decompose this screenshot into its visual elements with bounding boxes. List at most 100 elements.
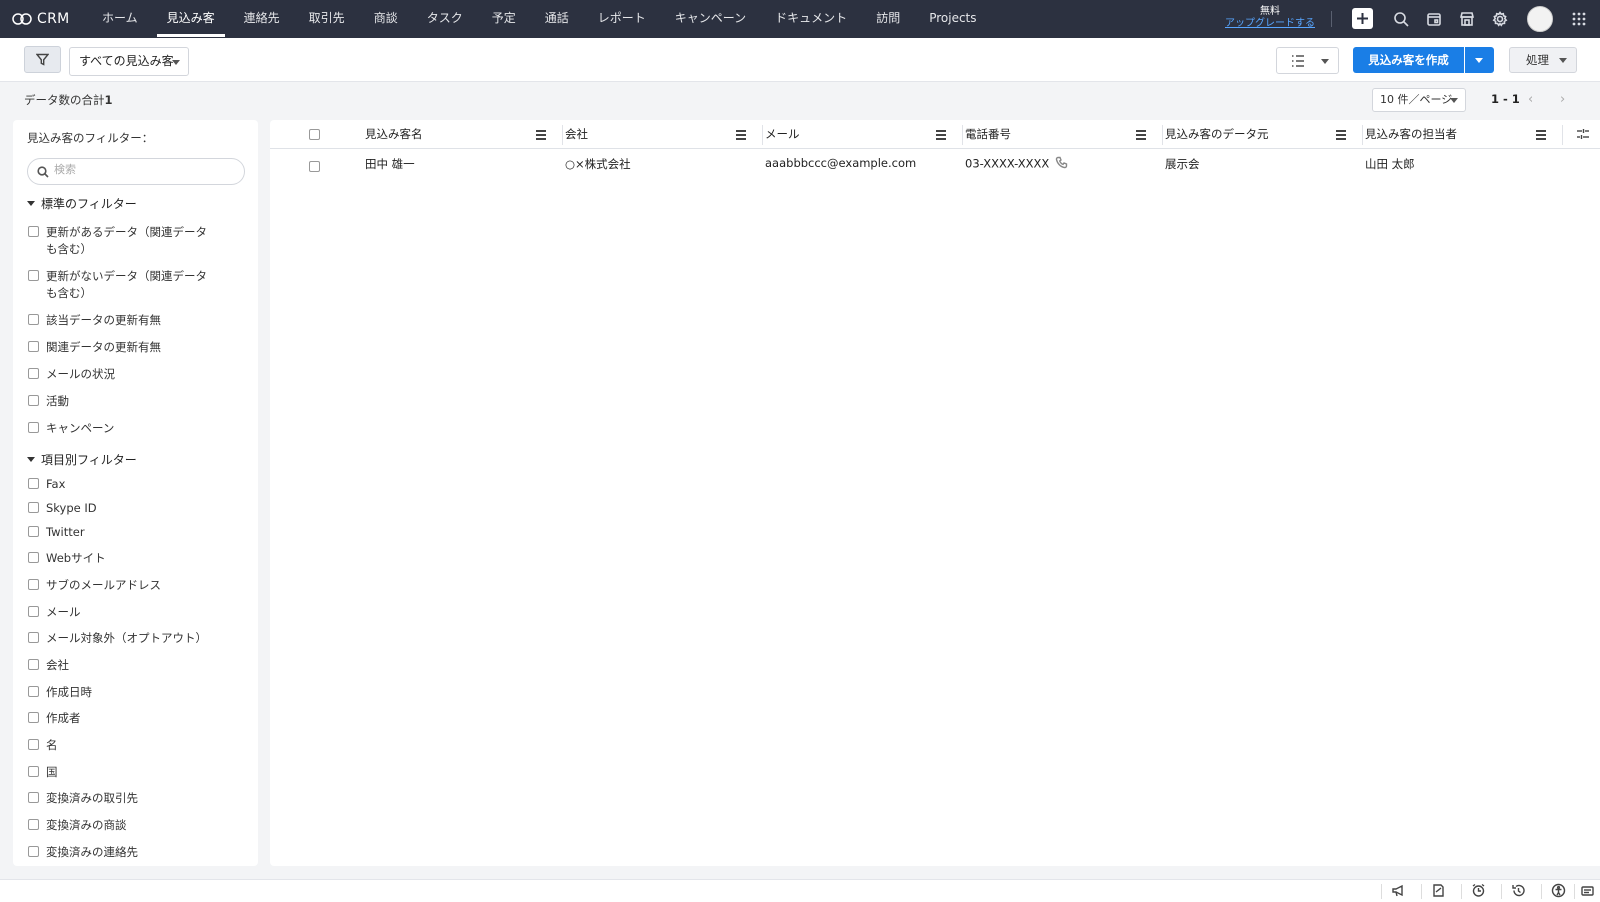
table-row[interactable]: 田中 雄一 ○×株式会社 aaabbbccc@example.com 03-XXXX-… (270, 120, 1600, 176)
tab-1[interactable]: 見込み客 (156, 0, 225, 38)
filter-checkbox[interactable] (28, 314, 39, 325)
field-filter-item[interactable]: 作成日時 (28, 684, 228, 701)
standard-filters-toggle[interactable]: 標準のフィルター (27, 195, 137, 212)
crm-logo-icon (12, 13, 32, 25)
tab-8[interactable]: レポート (588, 0, 656, 38)
tab-6[interactable]: 予定 (482, 0, 526, 38)
field-filter-item[interactable]: 国 (28, 764, 228, 781)
filter-checkbox[interactable] (28, 632, 39, 643)
tab-10[interactable]: ドキュメント (765, 0, 857, 38)
filter-checkbox[interactable] (28, 766, 39, 777)
field-filter-item[interactable]: サブのメールアドレス (28, 577, 228, 594)
filter-checkbox[interactable] (28, 846, 39, 857)
filter-checkbox[interactable] (28, 502, 39, 513)
cell-name[interactable]: 田中 雄一 (365, 156, 415, 172)
search-icon (1394, 12, 1409, 27)
marketplace-button[interactable] (1457, 9, 1477, 29)
standard-filter-item[interactable]: 更新がないデータ（関連データも含む） (28, 268, 218, 302)
tab-5[interactable]: タスク (417, 0, 473, 38)
filter-checkbox[interactable] (28, 552, 39, 563)
notes-icon[interactable] (1580, 883, 1596, 899)
apps-grid-button[interactable] (1569, 9, 1589, 29)
field-filter-item[interactable]: 変換済みの取引先 (28, 790, 228, 807)
filter-checkbox[interactable] (28, 226, 39, 237)
filter-checkbox[interactable] (28, 792, 39, 803)
field-filters-title: 項目別フィルター (41, 453, 137, 467)
next-page-icon[interactable]: › (1560, 92, 1565, 107)
standard-filter-item[interactable]: 更新があるデータ（関連データも含む） (28, 224, 218, 258)
quick-create-button[interactable] (1352, 8, 1373, 29)
create-lead-dropdown-button[interactable] (1465, 47, 1494, 73)
field-filter-item[interactable]: 変換済みの連絡先 (28, 844, 228, 861)
field-filter-item[interactable]: メール対象外（オプトアウト） (28, 630, 228, 647)
tab-3[interactable]: 取引先 (299, 0, 355, 38)
row-checkbox[interactable] (309, 161, 320, 172)
crm-logo[interactable]: CRM (12, 11, 78, 27)
tab-7[interactable]: 通話 (535, 0, 579, 38)
create-lead-button[interactable]: 見込み客を作成 (1353, 47, 1464, 73)
field-filters-toggle[interactable]: 項目別フィルター (27, 451, 137, 468)
field-filter-item[interactable]: Skype ID (28, 500, 228, 517)
settings-button[interactable] (1490, 9, 1510, 29)
upgrade-link[interactable]: アップグレードする (1222, 18, 1318, 30)
filter-checkbox[interactable] (28, 712, 39, 723)
per-page-selector[interactable]: 10 件／ページ (1372, 88, 1466, 112)
tab-2[interactable]: 連絡先 (234, 0, 290, 38)
tab-11[interactable]: 訪問 (866, 0, 910, 38)
standard-filter-item[interactable]: キャンペーン (28, 420, 238, 437)
search-button[interactable] (1391, 9, 1411, 29)
tab-9[interactable]: キャンペーン (665, 0, 756, 38)
phone-icon[interactable] (1055, 156, 1068, 172)
calendar-button[interactable] (1424, 9, 1444, 29)
filter-checkbox[interactable] (28, 819, 39, 830)
standard-filter-item[interactable]: メールの状況 (28, 366, 238, 383)
field-filter-item[interactable]: 作成者 (28, 710, 228, 727)
view-selector[interactable]: すべての見込み客 (69, 47, 189, 76)
filter-checkbox[interactable] (28, 270, 39, 281)
view-mode-button[interactable] (1276, 47, 1339, 74)
prev-page-icon[interactable]: ‹ (1528, 92, 1533, 107)
field-filter-item[interactable]: 名 (28, 737, 228, 754)
filter-icon (36, 53, 49, 66)
field-filter-item[interactable]: 会社 (28, 657, 228, 674)
announcement-icon[interactable] (1391, 883, 1407, 899)
tab-4[interactable]: 商談 (364, 0, 408, 38)
filter-label: メールの状況 (46, 367, 115, 381)
standard-filter-item[interactable]: 関連データの更新有無 (28, 339, 238, 356)
standard-filter-item[interactable]: 活動 (28, 393, 238, 410)
avatar[interactable] (1527, 6, 1553, 32)
filter-checkbox[interactable] (28, 606, 39, 617)
field-filter-item[interactable]: 変換済みの商談 (28, 817, 228, 834)
filter-toggle-button[interactable] (24, 46, 61, 73)
tab-0[interactable]: ホーム (92, 0, 148, 38)
field-filter-item[interactable]: Twitter (28, 524, 228, 541)
search-icon (37, 166, 49, 178)
filter-checkbox[interactable] (28, 478, 39, 489)
chevron-down-icon (172, 60, 180, 65)
actions-button[interactable]: 処理 (1509, 47, 1577, 73)
filter-checkbox[interactable] (28, 686, 39, 697)
accessibility-icon[interactable] (1551, 883, 1567, 899)
filter-label: 変換済みの取引先 (46, 791, 138, 805)
filter-checkbox[interactable] (28, 659, 39, 670)
filter-checkbox[interactable] (28, 368, 39, 379)
filter-checkbox[interactable] (28, 395, 39, 406)
filter-checkbox[interactable] (28, 739, 39, 750)
footer-divider (1461, 884, 1462, 899)
standard-filter-item[interactable]: 該当データの更新有無 (28, 312, 238, 329)
filter-checkbox[interactable] (28, 341, 39, 352)
field-filter-item[interactable]: Webサイト (28, 550, 228, 567)
cell-email[interactable]: aaabbbccc@example.com (765, 156, 916, 170)
field-filter-item[interactable]: Fax (28, 476, 228, 493)
field-filter-item[interactable]: メール (28, 604, 228, 621)
filter-checkbox[interactable] (28, 579, 39, 590)
filter-search-input[interactable] (54, 163, 234, 176)
alarm-icon[interactable] (1471, 883, 1487, 899)
tab-12[interactable]: Projects (919, 0, 986, 38)
history-icon[interactable] (1511, 883, 1527, 899)
filter-label: 活動 (46, 394, 69, 408)
feedback-icon[interactable] (1431, 883, 1447, 899)
filter-checkbox[interactable] (28, 422, 39, 433)
app-name: CRM (37, 11, 70, 27)
filter-checkbox[interactable] (28, 526, 39, 537)
